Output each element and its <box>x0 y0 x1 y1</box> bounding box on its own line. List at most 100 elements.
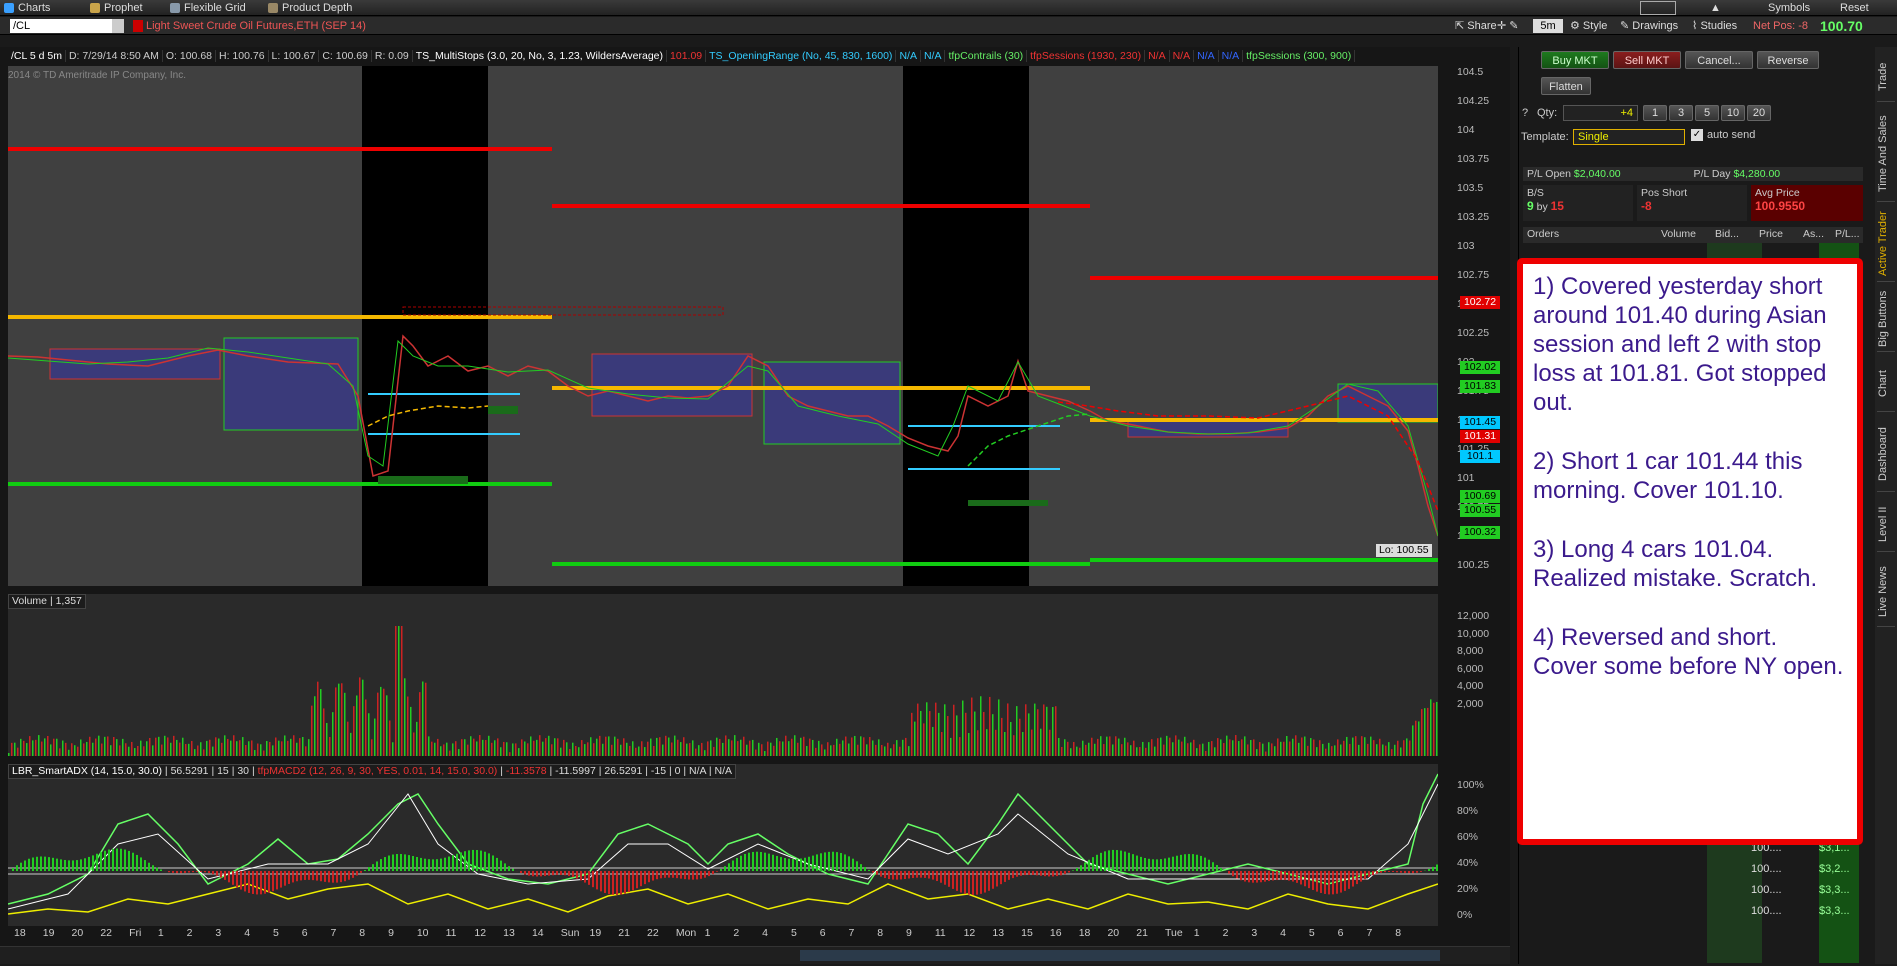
contrail-line <box>1057 395 1438 512</box>
studies-button[interactable]: ⌇ Studies <box>1692 18 1737 34</box>
volume-bar <box>299 738 301 756</box>
macd-bar <box>704 871 706 878</box>
volume-bar <box>1061 746 1063 756</box>
buy-mkt-button[interactable]: Buy MKT <box>1541 51 1609 69</box>
auto-send-checkbox[interactable]: ✓ <box>1691 129 1703 141</box>
qty-preset-button[interactable]: 20 <box>1747 105 1771 121</box>
volume-bar <box>947 716 949 756</box>
volume-bar <box>779 741 781 756</box>
cancel-button[interactable]: Cancel... <box>1685 51 1753 69</box>
orders-column-header[interactable]: P/L... <box>1835 228 1860 240</box>
volume-bar <box>623 738 625 756</box>
help-icon[interactable]: ? <box>1522 107 1528 119</box>
side-tab[interactable]: Big Buttons <box>1877 287 1895 352</box>
scroll-thumb[interactable] <box>800 950 1440 961</box>
orders-column-header[interactable]: Bid... <box>1715 228 1739 240</box>
volume-bar <box>47 735 49 756</box>
crosshair-icon[interactable]: ✛ ✎ <box>1497 18 1519 34</box>
volume-bar <box>1313 739 1315 756</box>
macd-bar <box>140 857 142 871</box>
volume-bar <box>1127 742 1129 756</box>
order-row-price[interactable]: 100.... <box>1751 859 1811 879</box>
volume-bar <box>602 743 604 756</box>
macd-bar <box>1016 871 1018 877</box>
chevron-down-icon[interactable] <box>112 19 124 33</box>
macd-bar <box>100 852 102 871</box>
qty-preset-button[interactable]: 3 <box>1669 105 1693 121</box>
volume-bar <box>680 742 682 756</box>
macd-bar <box>1212 862 1214 871</box>
volume-bar <box>215 737 217 756</box>
layout-icon[interactable] <box>1640 1 1676 15</box>
legend-study-value: N/A <box>920 50 946 62</box>
order-row-price[interactable]: 100.... <box>1751 901 1811 921</box>
sell-mkt-button[interactable]: Sell MKT <box>1613 51 1681 69</box>
macd-bar <box>1340 871 1342 893</box>
tab-charts[interactable]: Charts <box>2 1 50 15</box>
macd-bar <box>988 871 990 891</box>
side-tab[interactable]: Active Trader <box>1877 207 1895 282</box>
price-tick: 103 <box>1457 240 1475 252</box>
volume-bar <box>728 739 730 756</box>
qty-preset-button[interactable]: 5 <box>1695 105 1719 121</box>
orders-column-header[interactable]: Orders <box>1527 228 1559 240</box>
macd-bar <box>244 871 246 892</box>
macd-bar <box>676 871 678 879</box>
adx-panel[interactable]: LBR_SmartADX (14, 15.0, 30.0) | 56.5291 … <box>8 764 1438 926</box>
volume-bar <box>1265 751 1267 756</box>
reset-button[interactable]: Reset <box>1840 1 1869 15</box>
macd-bar <box>348 871 350 880</box>
volume-bar <box>605 736 607 756</box>
side-tab[interactable]: Live News <box>1877 557 1895 627</box>
macd-bar <box>592 871 594 888</box>
side-tab[interactable]: Chart <box>1877 357 1895 412</box>
orders-column-header[interactable]: Volume <box>1661 228 1696 240</box>
time-tick: 20 <box>71 927 84 939</box>
flatten-button[interactable]: Flatten <box>1541 77 1591 95</box>
template-select[interactable]: Single <box>1573 129 1685 145</box>
macd-bar <box>1380 871 1382 873</box>
symbols-button[interactable]: Symbols <box>1768 1 1810 15</box>
tab-product-depth[interactable]: Product Depth <box>266 1 352 15</box>
macd-bar <box>1120 850 1122 871</box>
reverse-button[interactable]: Reverse <box>1757 51 1819 69</box>
tab-flexible-grid[interactable]: Flexible Grid <box>168 1 246 15</box>
qty-input[interactable]: +4 <box>1563 105 1638 121</box>
style-button[interactable]: ⚙ Style <box>1570 18 1607 34</box>
volume-bar <box>1055 706 1057 756</box>
pl-open-label: P/L Open <box>1527 168 1571 180</box>
volume-bar <box>1343 740 1345 756</box>
orders-column-header[interactable]: As... <box>1803 228 1824 240</box>
macd-bar <box>636 871 638 889</box>
volume-bar <box>509 752 511 756</box>
qty-preset-button[interactable]: 10 <box>1721 105 1745 121</box>
time-tick: 6 <box>1337 927 1344 939</box>
tab-prophet[interactable]: Prophet <box>88 1 143 15</box>
volume-bar <box>1133 740 1135 756</box>
order-row-price[interactable]: 100.... <box>1751 880 1811 900</box>
price-panel[interactable]: 2014 © TD Ameritrade IP Company, Inc. Lo… <box>8 66 1438 586</box>
session-shade <box>362 66 488 586</box>
bell-icon[interactable]: ▲ <box>1710 1 1721 15</box>
side-tab[interactable]: Trade <box>1877 52 1895 102</box>
volume-bar <box>1157 738 1159 756</box>
qty-preset-button[interactable]: 1 <box>1643 105 1667 121</box>
timeframe-button[interactable]: 5m <box>1533 19 1563 33</box>
drawings-button[interactable]: ✎ Drawings <box>1620 18 1678 34</box>
price-tick: 103.75 <box>1457 153 1490 165</box>
side-tab[interactable]: Dashboard <box>1877 417 1895 492</box>
chart-scrollbar[interactable] <box>0 946 1510 964</box>
side-tab[interactable]: Time And Sales <box>1877 107 1895 202</box>
side-tab[interactable]: Level II <box>1877 497 1895 552</box>
volume-bar <box>131 741 133 756</box>
macd-bar <box>608 871 610 895</box>
symbol-input[interactable]: /CL <box>10 19 122 33</box>
orders-column-header[interactable]: Price <box>1759 228 1783 240</box>
volume-panel[interactable]: Volume | 1,357 <box>8 594 1438 756</box>
volume-bar <box>68 749 70 756</box>
share-button[interactable]: ⇱ Share <box>1455 18 1497 34</box>
volume-bar <box>329 737 331 756</box>
macd-bar <box>952 871 954 889</box>
volume-bar <box>1187 743 1189 756</box>
macd-bar <box>1008 871 1010 880</box>
